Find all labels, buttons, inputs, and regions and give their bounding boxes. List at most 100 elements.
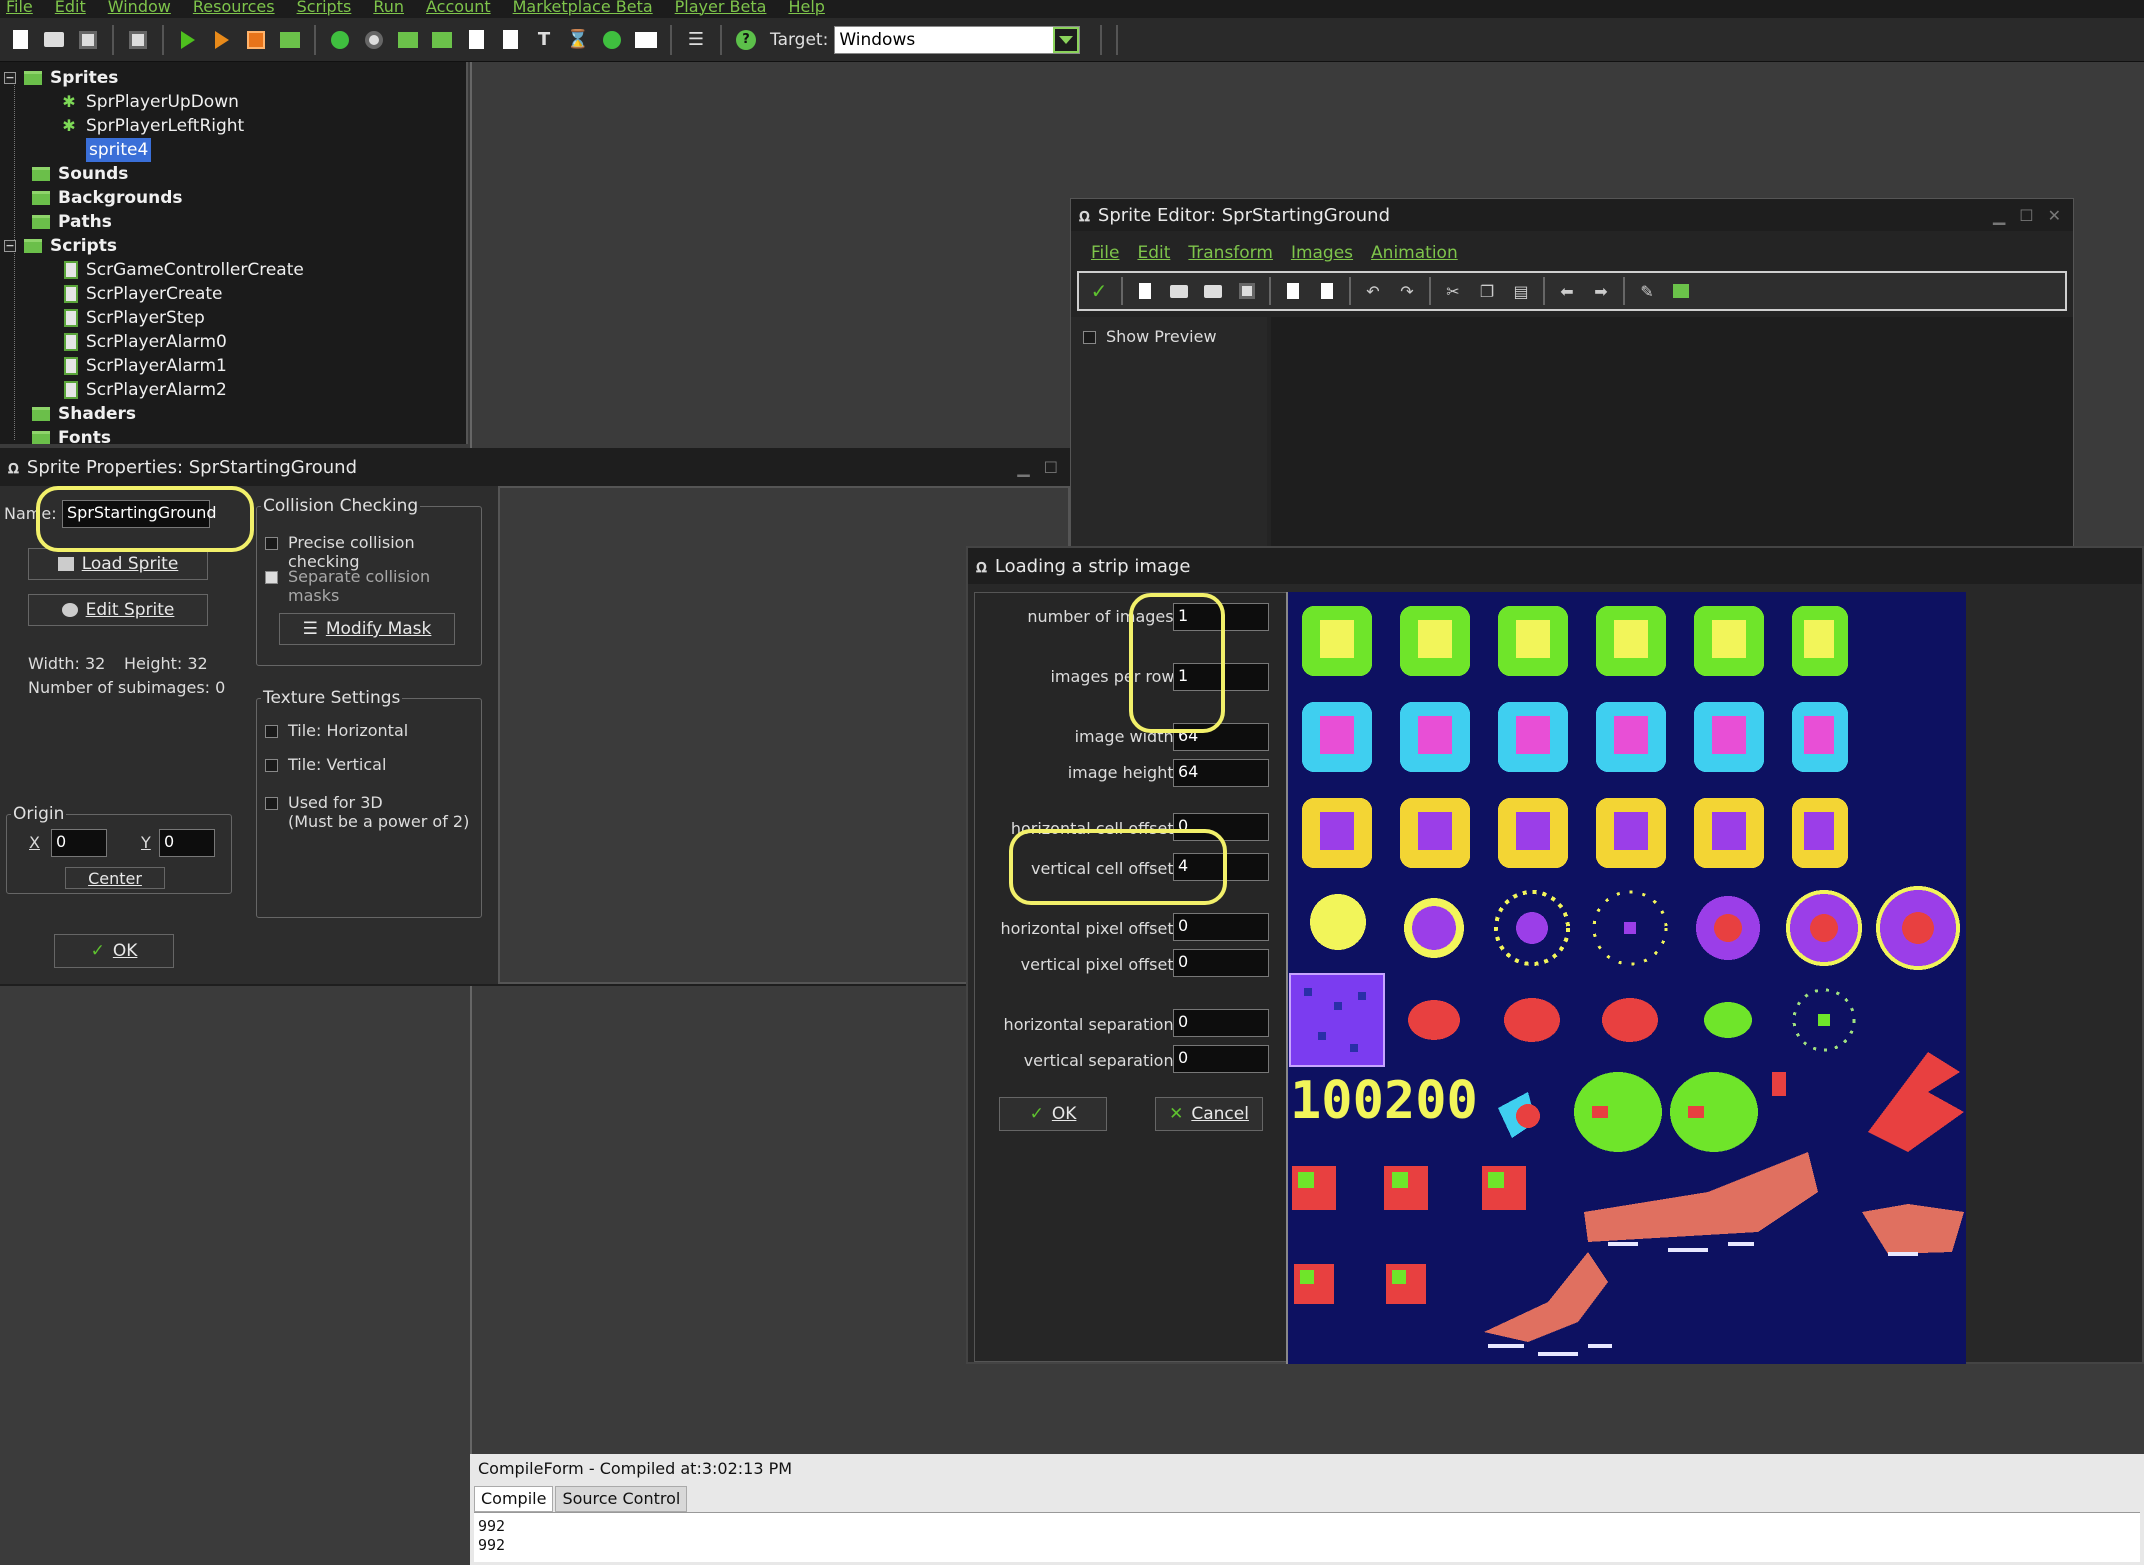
- collapse-icon[interactable]: −: [4, 240, 16, 252]
- menu-player[interactable]: Player Beta: [675, 0, 767, 15]
- origin-y-field[interactable]: 0: [159, 829, 215, 857]
- vertical-separation-field[interactable]: 0: [1173, 1045, 1269, 1073]
- origin-x-field[interactable]: 0: [51, 829, 107, 857]
- open-project-icon[interactable]: [40, 26, 68, 54]
- separate-masks-checkbox[interactable]: [265, 571, 278, 584]
- tile-horizontal-checkbox[interactable]: [265, 725, 278, 738]
- save-icon[interactable]: [1235, 279, 1259, 303]
- tree-folder-sprites[interactable]: − Sprites: [4, 66, 118, 90]
- tab-source-control[interactable]: Source Control: [555, 1486, 688, 1512]
- tree-item-script[interactable]: ScrPlayerAlarm2: [64, 378, 227, 402]
- load-sprite-button[interactable]: Load Sprite: [28, 548, 208, 580]
- menu-run[interactable]: Run: [373, 0, 404, 15]
- debug-icon[interactable]: [208, 26, 236, 54]
- menu-resources[interactable]: Resources: [193, 0, 275, 15]
- separate-masks-row[interactable]: Separate collision masks: [265, 567, 481, 605]
- menu-file[interactable]: File: [6, 0, 33, 15]
- target-select[interactable]: Windows: [834, 25, 1081, 54]
- sprite-properties-titlebar[interactable]: ꭥ Sprite Properties: SprStartingGround ▁…: [0, 448, 1070, 486]
- paste-icon[interactable]: ▤: [1509, 279, 1533, 303]
- menu-scripts[interactable]: Scripts: [297, 0, 352, 15]
- undo-icon[interactable]: ↶: [1361, 279, 1385, 303]
- menu-edit[interactable]: Edit: [55, 0, 86, 15]
- edit-image-icon[interactable]: ✎: [1635, 279, 1659, 303]
- ok-button[interactable]: ✓ OK: [54, 934, 174, 968]
- tree-item-script[interactable]: ScrPlayerStep: [64, 306, 205, 330]
- add-timeline-icon[interactable]: ⌛: [564, 26, 592, 54]
- show-preview-checkbox[interactable]: [1083, 331, 1096, 344]
- add-object-icon[interactable]: [598, 26, 626, 54]
- strip-cancel-button[interactable]: ✕ Cancel: [1155, 1097, 1263, 1131]
- sprite-editor-canvas[interactable]: [1271, 317, 2073, 547]
- tile-horizontal-row[interactable]: Tile: Horizontal: [265, 721, 408, 740]
- used-3d-row[interactable]: Used for 3D (Must be a power of 2): [265, 793, 469, 831]
- tree-folder-sounds[interactable]: Sounds: [32, 162, 128, 186]
- precise-collision-row[interactable]: Precise collision checking: [265, 533, 481, 571]
- redo-icon[interactable]: ↷: [1395, 279, 1419, 303]
- precise-collision-checkbox[interactable]: [265, 537, 278, 550]
- tree-folder-paths[interactable]: Paths: [32, 210, 112, 234]
- strip-image-preview[interactable]: 100200: [1286, 592, 1966, 1364]
- show-preview-row[interactable]: Show Preview: [1083, 327, 1217, 346]
- add-sound-icon[interactable]: [360, 26, 388, 54]
- tree-folder-scripts[interactable]: − Scripts: [4, 234, 117, 258]
- collapse-icon[interactable]: −: [4, 72, 16, 84]
- new-sprite-icon[interactable]: [1133, 279, 1157, 303]
- add-path-icon[interactable]: [428, 26, 456, 54]
- open-file-icon[interactable]: [1167, 279, 1191, 303]
- tree-item-script[interactable]: ScrPlayerCreate: [64, 282, 223, 306]
- menu-window[interactable]: Window: [108, 0, 171, 15]
- se-menu-edit[interactable]: Edit: [1137, 243, 1170, 263]
- add-room-icon[interactable]: [632, 26, 660, 54]
- confirm-check-icon[interactable]: ✓: [1087, 279, 1111, 303]
- se-menu-animation[interactable]: Animation: [1371, 243, 1458, 263]
- tree-item-sprite[interactable]: ✱ SprPlayerUpDown: [60, 90, 239, 114]
- menu-account[interactable]: Account: [426, 0, 491, 15]
- close-icon[interactable]: ✕: [2048, 206, 2061, 225]
- tree-item-script[interactable]: ScrPlayerAlarm0: [64, 330, 227, 354]
- chevron-down-icon[interactable]: [1053, 26, 1080, 53]
- image-height-field[interactable]: 64: [1173, 759, 1269, 787]
- compile-output[interactable]: 992 992: [474, 1512, 2140, 1562]
- game-info-icon[interactable]: ☰: [682, 26, 710, 54]
- used-3d-checkbox[interactable]: [265, 797, 278, 810]
- se-menu-images[interactable]: Images: [1291, 243, 1353, 263]
- tree-folder-fonts[interactable]: Fonts: [32, 426, 111, 444]
- clean-icon[interactable]: [276, 26, 304, 54]
- shift-right-icon[interactable]: ➡: [1589, 279, 1613, 303]
- se-menu-file[interactable]: File: [1091, 243, 1119, 263]
- sprite-editor-titlebar[interactable]: ꭥ Sprite Editor: SprStartingGround ▁ ☐ ✕: [1071, 199, 2073, 231]
- tree-item-sprite[interactable]: ✱ SprPlayerLeftRight: [60, 114, 244, 138]
- add-background-icon[interactable]: [394, 26, 422, 54]
- menu-help[interactable]: Help: [788, 0, 824, 15]
- copy-icon[interactable]: ❐: [1475, 279, 1499, 303]
- tree-item-script[interactable]: ScrPlayerAlarm1: [64, 354, 227, 378]
- maximize-icon[interactable]: ☐: [2019, 206, 2033, 225]
- image-properties-icon[interactable]: [1669, 279, 1693, 303]
- tile-vertical-row[interactable]: Tile: Vertical: [265, 755, 386, 774]
- vertical-pixel-offset-field[interactable]: 0: [1173, 949, 1269, 977]
- tree-folder-shaders[interactable]: Shaders: [32, 402, 136, 426]
- cut-icon[interactable]: ✂: [1441, 279, 1465, 303]
- run-icon[interactable]: [174, 26, 202, 54]
- edit-sprite-button[interactable]: Edit Sprite: [28, 594, 208, 626]
- tree-folder-backgrounds[interactable]: Backgrounds: [32, 186, 183, 210]
- new-project-icon[interactable]: [6, 26, 34, 54]
- se-menu-transform[interactable]: Transform: [1188, 243, 1273, 263]
- add-sprite-icon[interactable]: [326, 26, 354, 54]
- create-executable-icon[interactable]: [124, 26, 152, 54]
- shift-left-icon[interactable]: ⬅: [1555, 279, 1579, 303]
- add-font-icon[interactable]: T: [530, 26, 558, 54]
- add-shader-icon[interactable]: [496, 26, 524, 54]
- add-script-icon[interactable]: [462, 26, 490, 54]
- insert-image-icon[interactable]: [1281, 279, 1305, 303]
- tree-item-script[interactable]: ScrGameControllerCreate: [64, 258, 304, 282]
- minimize-icon[interactable]: ▁: [1017, 458, 1029, 477]
- save-project-icon[interactable]: [74, 26, 102, 54]
- menu-marketplace[interactable]: Marketplace Beta: [513, 0, 653, 15]
- center-button[interactable]: Center: [65, 867, 165, 889]
- stop-icon[interactable]: [242, 26, 270, 54]
- add-image-icon[interactable]: [1315, 279, 1339, 303]
- horizontal-separation-field[interactable]: 0: [1173, 1009, 1269, 1037]
- modify-mask-button[interactable]: ☰ Modify Mask: [279, 613, 455, 645]
